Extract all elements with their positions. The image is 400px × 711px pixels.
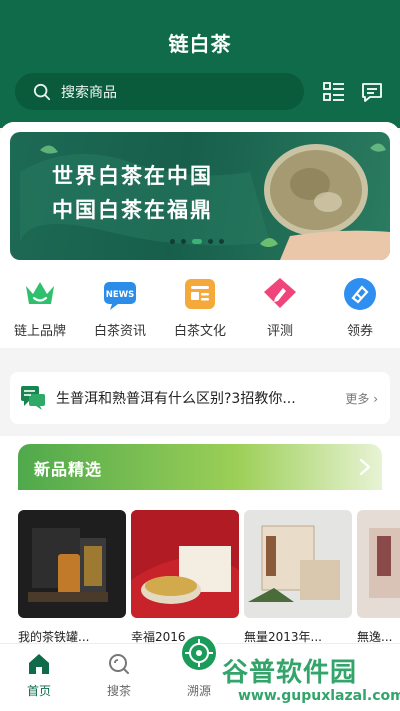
section-title: 新品精选 <box>34 460 103 479</box>
nav-item-culture[interactable]: 白茶文化 <box>160 276 240 339</box>
chat-bubble-icon <box>21 386 45 410</box>
news-badge: NEWS <box>106 290 134 300</box>
carousel-dot[interactable] <box>170 239 175 244</box>
chevron-right-icon <box>359 458 371 476</box>
watermark-title: 谷普软件园 <box>222 658 358 688</box>
search-placeholder: 搜索商品 <box>61 84 117 101</box>
news-icon: NEWS <box>104 282 136 310</box>
product-image <box>131 510 239 618</box>
watermark-url: www.gupuxlazal.com <box>238 688 400 704</box>
carousel-dot[interactable] <box>219 239 224 244</box>
crown-icon <box>26 282 54 304</box>
search-icon <box>33 83 51 100</box>
carousel-dot[interactable] <box>208 239 213 244</box>
message-icon[interactable] <box>360 80 384 104</box>
pencil-tag-icon <box>264 278 296 308</box>
product-image <box>18 510 126 618</box>
banner-headline-2: 中国白茶在福鼎 <box>52 198 213 222</box>
nav-item-coupon[interactable]: 领券 <box>320 276 400 339</box>
chevron-right-icon: › <box>373 391 378 406</box>
home-icon <box>29 654 49 674</box>
target-icon <box>185 639 213 667</box>
coupon-icon <box>344 278 376 310</box>
qa-more-link[interactable]: 更多 › <box>345 390 378 407</box>
carousel-dot-active[interactable] <box>192 239 202 244</box>
nav-item-brands[interactable]: 链上品牌 <box>0 276 80 339</box>
search-input[interactable]: 搜索商品 <box>15 73 304 110</box>
carousel-indicator[interactable] <box>170 239 224 244</box>
watermark: 谷普软件园 www.gupuxlazal.com <box>218 650 400 711</box>
new-products-header[interactable]: 新品精选 <box>18 444 382 490</box>
trace-scan-button[interactable] <box>179 633 219 673</box>
product-image <box>244 510 352 618</box>
list-view-icon[interactable] <box>322 80 346 104</box>
tab-search-tea[interactable]: 搜茶 <box>89 652 149 699</box>
product-card[interactable]: 幸福2016... <box>131 510 239 645</box>
qa-notice-bar[interactable]: 生普洱和熟普洱有什么区别?3招教你... 更多 › <box>10 372 390 424</box>
qa-question: 生普洱和熟普洱有什么区别?3招教你... <box>56 391 296 407</box>
search-icon <box>109 654 129 674</box>
category-nav: 链上品牌 NEWS 白茶资讯 白茶文化 评测 领券 <box>0 270 400 348</box>
product-image <box>357 510 400 618</box>
banner-headline-1: 世界白茶在中国 <box>52 164 213 188</box>
carousel-dot[interactable] <box>181 239 186 244</box>
product-card[interactable]: 無量2013年... <box>244 510 352 645</box>
product-card[interactable]: 無逸... <box>357 510 400 645</box>
nav-item-review[interactable]: 评测 <box>240 276 320 339</box>
app-title: 链白茶 <box>168 32 232 56</box>
nav-item-news[interactable]: NEWS 白茶资讯 <box>80 276 160 339</box>
document-icon <box>185 279 215 309</box>
tab-home[interactable]: 首页 <box>9 652 69 699</box>
product-list: 我的茶铁罐... 幸福2016... 無量2013年... 無逸... <box>18 510 400 650</box>
product-card[interactable]: 我的茶铁罐... <box>18 510 126 645</box>
